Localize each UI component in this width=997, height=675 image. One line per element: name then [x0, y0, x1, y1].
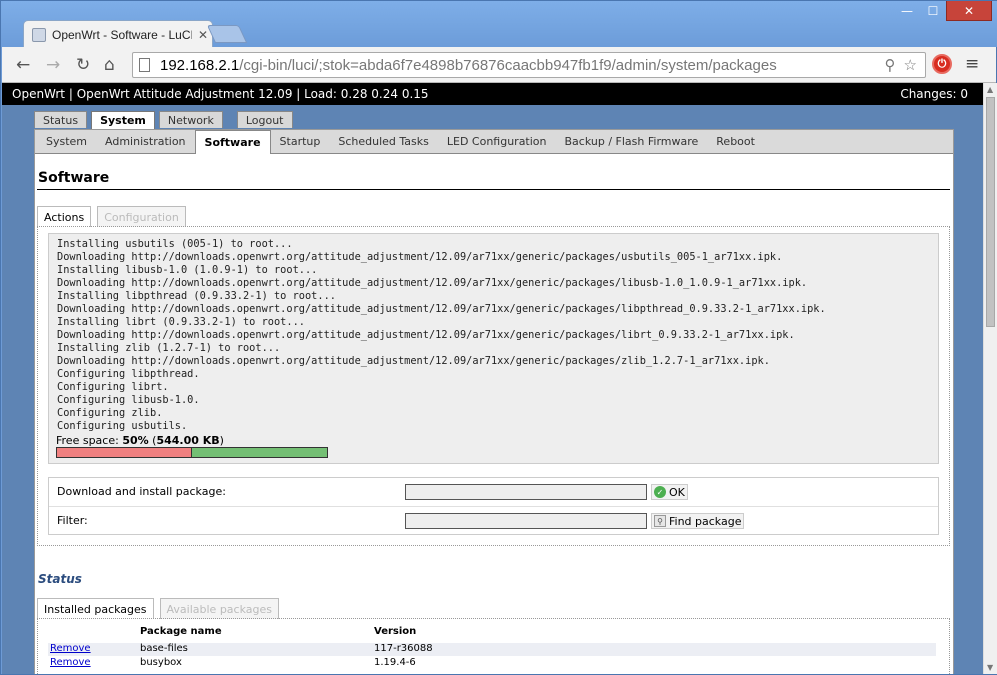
log-line: Installing librt (0.9.33.2-1) to root... [57, 316, 305, 328]
package-name: busybox [140, 657, 182, 668]
log-line: Downloading http://downloads.openwrt.org… [57, 277, 808, 289]
log-line: Installing usbutils (005-1) to root... [57, 238, 293, 250]
search-icon[interactable]: ⚲ [885, 56, 896, 74]
log-line: Downloading http://downloads.openwrt.org… [57, 303, 826, 315]
download-row: Download and install package: ✓ OK [49, 478, 938, 507]
magnifier-icon: ⚲ [654, 515, 666, 527]
tab-system[interactable]: System [91, 111, 155, 129]
log-line: Configuring libusb-1.0. [57, 394, 200, 406]
package-form: Download and install package: ✓ OK Filte… [48, 477, 939, 535]
scroll-up-arrow-icon[interactable]: ▲ [987, 85, 993, 94]
status-section-title: Status [38, 572, 82, 586]
url-path: /cgi-bin/luci/;stok=abda6f7e4898b76876ca… [239, 56, 777, 74]
page-icon [139, 58, 150, 72]
header-info: OpenWrt | OpenWrt Attitude Adjustment 12… [12, 87, 429, 101]
package-version: 117-r36088 [374, 643, 433, 654]
tab-status[interactable]: Status [34, 111, 88, 128]
close-window-button[interactable]: ✕ [946, 1, 992, 21]
log-line: Configuring usbutils. [57, 420, 188, 432]
content-panel: System Administration Software Startup S… [34, 129, 954, 674]
actions-panel: Installing usbutils (005-1) to root... D… [37, 226, 950, 546]
column-header-package-name: Package name [140, 626, 222, 637]
menu-icon[interactable]: ≡ [965, 54, 979, 74]
install-log: Installing usbutils (005-1) to root... D… [48, 233, 939, 464]
remove-link[interactable]: Remove [50, 643, 91, 654]
table-row: Remove base-files 117-r36088 [48, 643, 936, 656]
page-favicon-icon [32, 27, 46, 42]
ok-label: OK [669, 485, 685, 499]
log-line: Installing zlib (1.2.7-1) to root... [57, 342, 281, 354]
download-input[interactable] [405, 484, 647, 500]
tab-title: OpenWrt - Software - LuCI [52, 27, 192, 42]
used-space-fill [57, 448, 192, 457]
luci-header: OpenWrt | OpenWrt Attitude Adjustment 12… [2, 83, 983, 105]
page-scrollbar[interactable]: ▲ ▼ [983, 83, 997, 674]
log-line: Configuring libpthread. [57, 368, 200, 380]
remove-link[interactable]: Remove [50, 657, 91, 668]
log-line: Downloading http://downloads.openwrt.org… [57, 251, 783, 263]
find-package-label: Find package [669, 514, 742, 528]
filter-label: Filter: [57, 514, 88, 527]
free-space-prefix: Free space: [56, 434, 123, 447]
tab-actions[interactable]: Actions [37, 206, 92, 227]
changes-counter[interactable]: Changes: 0 [900, 87, 968, 101]
package-version: 1.19.4-6 [374, 657, 416, 668]
content-tabs: Actions Configuration [37, 206, 186, 227]
minimize-button[interactable]: — [894, 1, 920, 21]
back-arrow-icon[interactable]: ← [16, 55, 30, 75]
browser-tab[interactable]: OpenWrt - Software - LuCI ✕ [23, 20, 213, 48]
page-viewport: OpenWrt | OpenWrt Attitude Adjustment 12… [2, 83, 983, 674]
find-package-button[interactable]: ⚲ Find package [651, 513, 745, 529]
package-tabs: Installed packages Available packages [37, 598, 279, 619]
browser-window: OpenWrt - Software - LuCI ✕ — ☐ ✕ ← → ↻ … [0, 0, 997, 675]
log-line: Installing libpthread (0.9.33.2-1) to ro… [57, 290, 336, 302]
filter-row: Filter: ⚲ Find package [49, 507, 938, 536]
tab-close-icon[interactable]: ✕ [198, 28, 208, 42]
logout-button[interactable]: Logout [236, 111, 293, 128]
log-line: Configuring librt. [57, 381, 169, 393]
reload-icon[interactable]: ↻ [76, 55, 90, 75]
log-line: Installing libusb-1.0 (1.0.9-1) to root.… [57, 264, 318, 276]
address-bar[interactable]: 192.168.2.1/cgi-bin/luci/;stok=abda6f7e4… [132, 52, 926, 78]
tab-configuration[interactable]: Configuration [97, 206, 186, 227]
free-space-bar [56, 447, 328, 458]
filter-input[interactable] [405, 513, 647, 529]
log-line: Configuring zlib. [57, 407, 163, 419]
ok-button[interactable]: ✓ OK [651, 484, 688, 500]
window-controls: — ☐ ✕ [894, 1, 992, 21]
tab-network[interactable]: Network [158, 111, 223, 128]
tab-installed-packages[interactable]: Installed packages [37, 598, 154, 619]
browser-toolbar: ← → ↻ ⌂ 192.168.2.1/cgi-bin/luci/;stok=a… [2, 47, 996, 83]
log-line: Downloading http://downloads.openwrt.org… [57, 329, 795, 341]
column-header-version: Version [374, 626, 417, 637]
forward-arrow-icon[interactable]: → [46, 55, 60, 75]
url-host: 192.168.2.1 [160, 56, 240, 74]
home-icon[interactable]: ⌂ [104, 55, 115, 75]
scroll-down-arrow-icon[interactable]: ▼ [987, 663, 993, 672]
main-tabs: Status System Network Logout [34, 111, 293, 129]
bookmark-star-icon[interactable]: ☆ [904, 56, 917, 74]
package-table: Package name Version Remove base-files 1… [37, 618, 950, 674]
free-space-label: Free space: 50% (544.00 KB) [56, 434, 224, 447]
free-space-amount: 544.00 KB [156, 434, 220, 447]
tab-available-packages[interactable]: Available packages [159, 598, 279, 619]
scroll-thumb[interactable] [986, 97, 995, 327]
log-line: Downloading http://downloads.openwrt.org… [57, 355, 770, 367]
extension-stop-icon[interactable]: ⏻ [932, 54, 952, 74]
page-title: Software [38, 170, 110, 186]
free-space-fill [192, 448, 327, 457]
check-icon: ✓ [654, 486, 666, 498]
title-bar: OpenWrt - Software - LuCI ✕ — ☐ ✕ [1, 1, 997, 48]
title-divider [37, 189, 950, 190]
maximize-button[interactable]: ☐ [920, 1, 946, 21]
free-space-percent: 50% [122, 434, 149, 447]
package-name: base-files [140, 643, 188, 654]
download-label: Download and install package: [57, 485, 226, 498]
table-row: Remove busybox 1.19.4-6 [48, 657, 936, 670]
